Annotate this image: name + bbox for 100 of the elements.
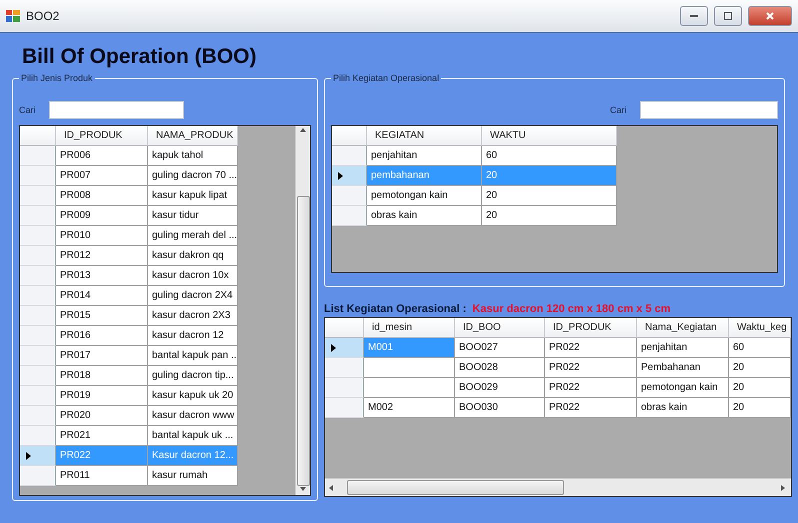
table-cell[interactable]: PR015 <box>56 306 148 326</box>
table-cell[interactable]: PR012 <box>56 246 148 266</box>
table-cell[interactable]: 20 <box>729 378 791 398</box>
table-cell[interactable]: 20 <box>729 358 791 378</box>
table-cell[interactable]: M002 <box>364 398 455 418</box>
table-cell[interactable]: PR006 <box>56 146 148 166</box>
table-cell[interactable]: guling dacron tip... <box>148 366 238 386</box>
column-header[interactable]: Waktu_keg <box>729 318 791 338</box>
table-cell[interactable]: guling dacron 2X4 <box>148 286 238 306</box>
table-cell[interactable]: PR022 <box>545 358 637 378</box>
column-header[interactable]: WAKTU <box>482 126 617 146</box>
table-cell[interactable]: 20 <box>482 206 617 226</box>
list-label: List Kegiatan Operasional : <box>324 303 466 315</box>
table-cell[interactable]: guling dacron 70 ... <box>148 166 238 186</box>
row-pointer-icon <box>338 172 343 180</box>
table-cell[interactable]: kapuk tahol <box>148 146 238 166</box>
table-cell[interactable]: 20 <box>482 186 617 206</box>
table-cell[interactable]: PR014 <box>56 286 148 306</box>
form-heading: Bill Of Operation (BOO) <box>21 44 258 70</box>
table-cell[interactable]: bantal kapuk pan ... <box>148 346 238 366</box>
scroll-left-arrow-icon[interactable] <box>329 484 335 490</box>
column-header[interactable]: Nama_Kegiatan <box>637 318 729 338</box>
row-header[interactable] <box>20 446 56 466</box>
table-cell[interactable]: BOO028 <box>455 358 545 378</box>
column-header[interactable]: NAMA_PRODUK <box>148 126 238 146</box>
minimize-button[interactable] <box>680 6 708 26</box>
selected-product-text: Kasur dacron 120 cm x 180 cm x 5 cm <box>472 303 671 315</box>
table-cell[interactable]: kasur kapuk lipat <box>148 186 238 206</box>
table-cell[interactable]: BOO029 <box>455 378 545 398</box>
window-title: BOO2 <box>26 9 60 23</box>
table-cell[interactable]: PR017 <box>56 346 148 366</box>
table-cell[interactable]: pemotongan kain <box>367 186 482 206</box>
table-cell[interactable]: BOO027 <box>455 338 545 358</box>
scroll-down-arrow-icon[interactable] <box>300 487 306 493</box>
table-cell[interactable]: PR019 <box>56 386 148 406</box>
row-header[interactable] <box>325 338 364 358</box>
table-cell[interactable]: Pembahanan <box>637 358 729 378</box>
search-field[interactable] <box>640 101 778 119</box>
table-cell[interactable]: PR007 <box>56 166 148 186</box>
search-label: Cari <box>19 105 37 115</box>
table-cell[interactable]: bantal kapuk uk ... <box>148 426 238 446</box>
row-pointer-icon <box>331 344 336 352</box>
group-legend: Pilih Kegiatan Operasional <box>331 73 442 83</box>
table-cell[interactable]: PR022 <box>545 378 637 398</box>
table-cell[interactable]: PR020 <box>56 406 148 426</box>
vertical-scrollbar[interactable] <box>295 126 310 495</box>
table-cell[interactable]: penjahitan <box>637 338 729 358</box>
table-cell[interactable]: 20 <box>729 398 791 418</box>
scroll-up-arrow-icon[interactable] <box>300 128 306 134</box>
minimize-icon <box>690 15 698 17</box>
row-header[interactable] <box>332 166 367 186</box>
column-header[interactable]: ID_PRODUK <box>545 318 637 338</box>
table-cell[interactable]: PR011 <box>56 466 148 486</box>
table-cell[interactable]: kasur tidur <box>148 206 238 226</box>
table-cell[interactable]: PR016 <box>56 326 148 346</box>
scrollbar-thumb[interactable] <box>296 196 310 486</box>
grid-corner-cell <box>20 126 56 146</box>
table-cell[interactable]: PR022 <box>545 338 637 358</box>
maximize-icon <box>724 12 732 20</box>
column-header[interactable]: KEGIATAN <box>367 126 482 146</box>
table-cell[interactable]: PR022 <box>545 398 637 418</box>
table-cell[interactable]: kasur rumah <box>148 466 238 486</box>
row-pointer-icon <box>26 452 31 460</box>
table-cell[interactable] <box>364 358 455 378</box>
column-header[interactable]: ID_BOO <box>455 318 545 338</box>
search-label: Cari <box>610 105 628 115</box>
table-cell[interactable]: 60 <box>482 146 617 166</box>
table-cell[interactable]: kasur dacron 10x <box>148 266 238 286</box>
table-cell[interactable]: PR021 <box>56 426 148 446</box>
column-header[interactable]: ID_PRODUK <box>56 126 148 146</box>
table-cell[interactable]: BOO030 <box>455 398 545 418</box>
table-cell[interactable]: kasur dacron 12 <box>148 326 238 346</box>
table-cell[interactable]: pemotongan kain <box>637 378 729 398</box>
table-cell[interactable]: guling merah del ... <box>148 226 238 246</box>
app-icon <box>6 10 20 22</box>
table-cell[interactable]: PR008 <box>56 186 148 206</box>
scroll-right-arrow-icon[interactable] <box>781 484 787 490</box>
table-cell[interactable]: PR018 <box>56 366 148 386</box>
scrollbar-thumb[interactable] <box>347 480 564 495</box>
horizontal-scrollbar[interactable] <box>325 478 791 496</box>
table-cell[interactable]: kasur dakron qq <box>148 246 238 266</box>
maximize-button[interactable] <box>714 6 742 26</box>
table-cell[interactable]: 60 <box>729 338 791 358</box>
table-cell[interactable]: kasur kapuk uk 20 <box>148 386 238 406</box>
column-header[interactable]: id_mesin <box>364 318 455 338</box>
table-cell[interactable]: PR010 <box>56 226 148 246</box>
table-cell[interactable]: obras kain <box>367 206 482 226</box>
grid-corner-cell <box>332 126 367 146</box>
search-field[interactable] <box>49 101 184 119</box>
table-cell[interactable]: kasur dacron www <box>148 406 238 426</box>
table-cell[interactable]: obras kain <box>637 398 729 418</box>
table-cell[interactable]: kasur dacron 2X3 <box>148 306 238 326</box>
table-cell[interactable]: penjahitan <box>367 146 482 166</box>
group-legend: Pilih Jenis Produk <box>19 73 95 83</box>
close-button[interactable] <box>748 6 792 26</box>
table-cell[interactable]: PR013 <box>56 266 148 286</box>
table-cell[interactable] <box>364 378 455 398</box>
grid-corner-cell <box>325 318 364 338</box>
close-icon <box>766 12 774 20</box>
table-cell[interactable]: PR009 <box>56 206 148 226</box>
